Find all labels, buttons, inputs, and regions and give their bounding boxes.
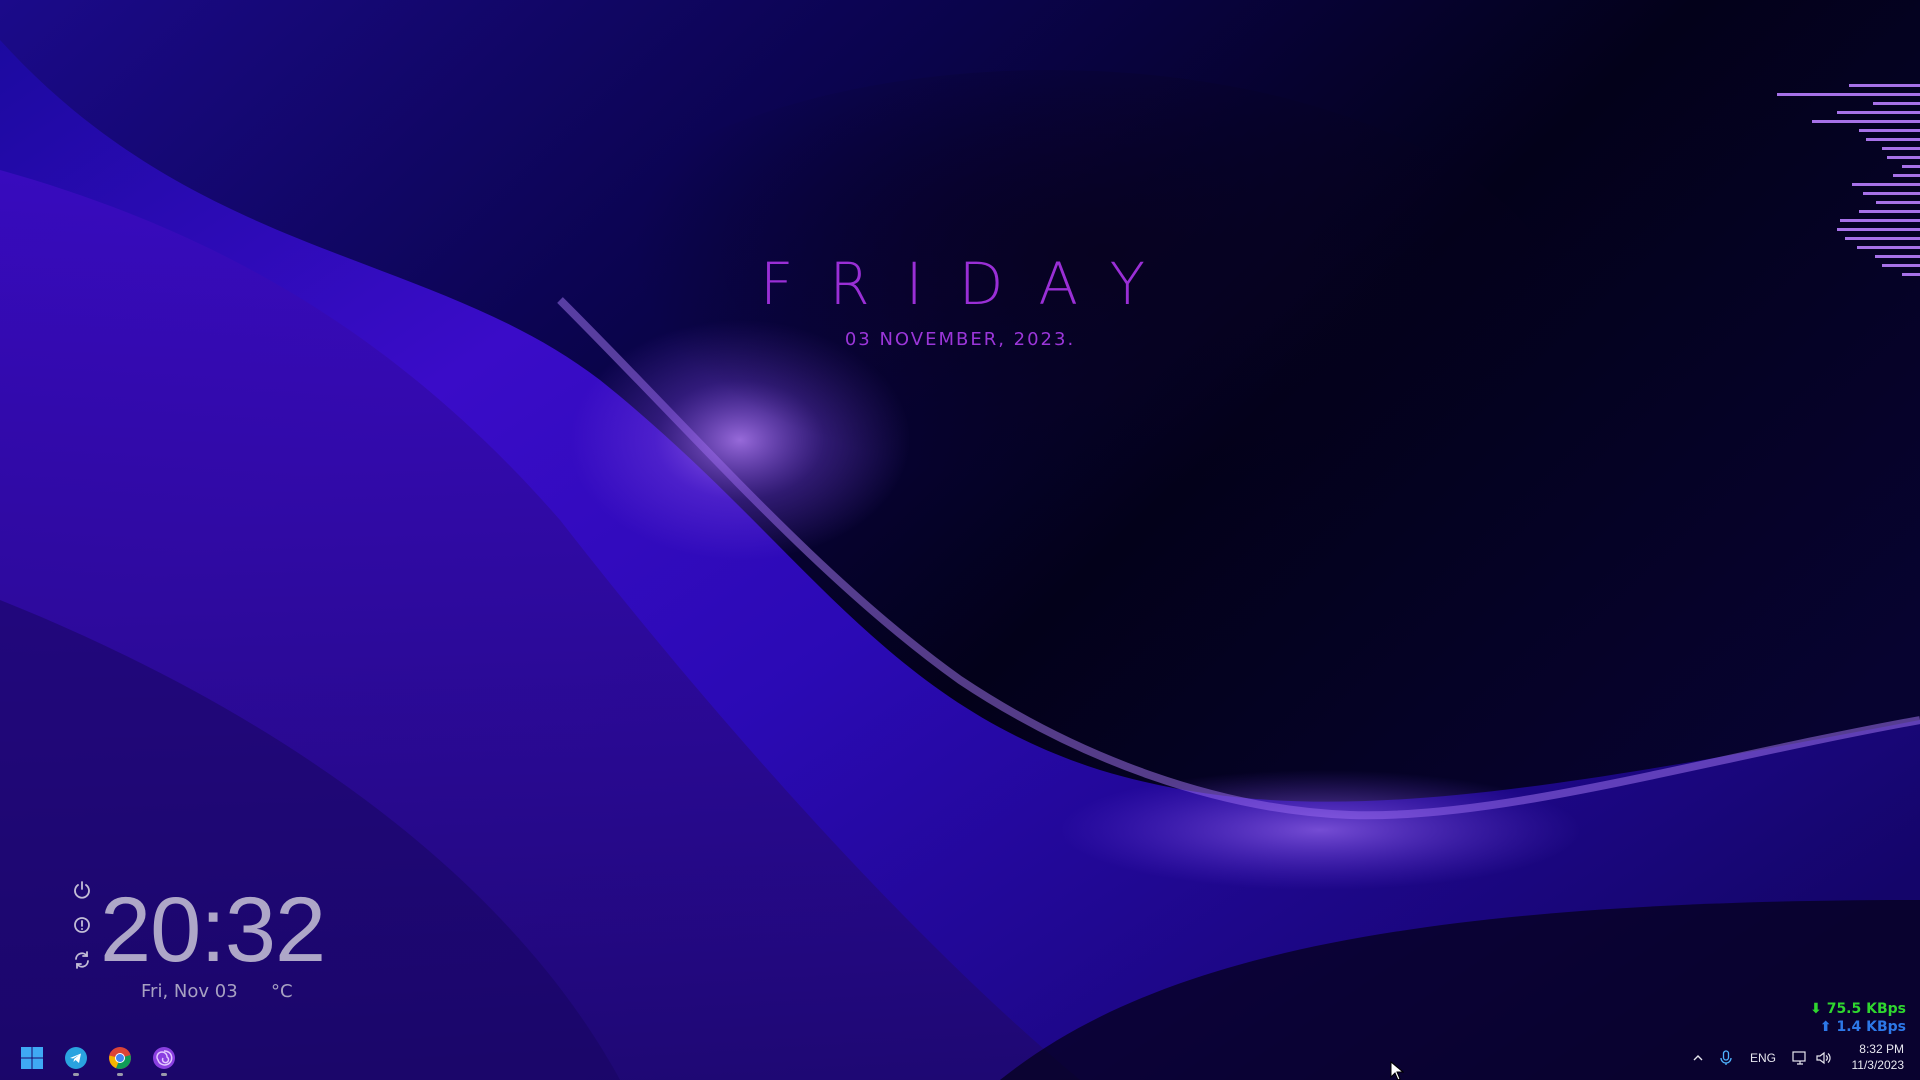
visualizer-bar <box>1859 129 1920 132</box>
chrome-icon <box>109 1047 131 1069</box>
taskbar-date: 11/3/2023 <box>1851 1058 1905 1072</box>
microphone-button[interactable] <box>1714 1036 1738 1080</box>
visualizer-bar <box>1777 93 1920 96</box>
visualizer-bar <box>1902 165 1920 168</box>
visualizer-bar <box>1845 237 1920 240</box>
app-button[interactable] <box>146 1040 182 1076</box>
full-date-label: 03 NOVEMBER, 2023. <box>844 329 1076 350</box>
visualizer-bar <box>1875 255 1920 258</box>
visualizer-bar <box>1837 228 1920 231</box>
temperature-unit: °C <box>271 981 293 1002</box>
visualizer-bar <box>1863 192 1920 195</box>
day-of-week-label: FRIDAY <box>760 250 1182 318</box>
start-button[interactable] <box>14 1040 50 1076</box>
language-indicator[interactable]: ENG <box>1746 1036 1780 1080</box>
microphone-icon <box>1720 1050 1732 1065</box>
audio-visualizer <box>1760 84 1920 294</box>
visualizer-bar <box>1882 264 1920 267</box>
desktop: FRIDAY 03 NOVEMBER, 2023. 20:32 Fri, Nov… <box>0 0 1920 1080</box>
windows-icon <box>21 1047 43 1069</box>
telegram-button[interactable] <box>58 1040 94 1076</box>
visualizer-bar <box>1849 84 1920 87</box>
show-hidden-icons-button[interactable] <box>1686 1036 1710 1080</box>
mouse-cursor-icon <box>1390 1061 1404 1080</box>
chrome-button[interactable] <box>102 1040 138 1076</box>
taskbar-time: 8:32 PM <box>1859 1042 1904 1056</box>
purple-spiral-icon <box>153 1047 175 1069</box>
visualizer-bar <box>1893 174 1920 177</box>
clock-time: 20:32 <box>100 879 326 981</box>
visualizer-bar <box>1873 102 1920 105</box>
download-speed: ⬇ 75.5 KBps <box>1810 1001 1906 1017</box>
telegram-icon <box>65 1047 87 1069</box>
visualizer-bar <box>1840 219 1920 222</box>
running-indicator <box>161 1073 167 1076</box>
visualizer-bar <box>1837 111 1920 114</box>
visualizer-bar <box>1902 273 1920 276</box>
running-indicator <box>73 1073 79 1076</box>
clock-date: Fri, Nov 03 <box>141 981 238 1002</box>
visualizer-bar <box>1859 210 1920 213</box>
info-icon[interactable] <box>72 915 92 935</box>
visualizer-bar <box>1887 156 1920 159</box>
network-icon <box>1792 1051 1806 1065</box>
visualizer-bar <box>1882 147 1920 150</box>
running-indicator <box>117 1073 123 1076</box>
taskbar: ENG 8:32 PM 11/3/2023 <box>0 1036 1920 1080</box>
taskbar-clock[interactable]: 8:32 PM 11/3/2023 <box>1824 1041 1905 1073</box>
chevron-up-icon <box>1693 1055 1703 1061</box>
power-icon[interactable] <box>72 880 92 900</box>
visualizer-bar <box>1876 201 1920 204</box>
upload-speed: ⬆ 1.4 KBps <box>1819 1019 1906 1035</box>
network-button[interactable] <box>1788 1036 1812 1080</box>
refresh-icon[interactable] <box>72 950 92 970</box>
visualizer-bar <box>1857 246 1920 249</box>
visualizer-bar <box>1812 120 1920 123</box>
visualizer-bar <box>1852 183 1920 186</box>
visualizer-bar <box>1866 138 1920 141</box>
